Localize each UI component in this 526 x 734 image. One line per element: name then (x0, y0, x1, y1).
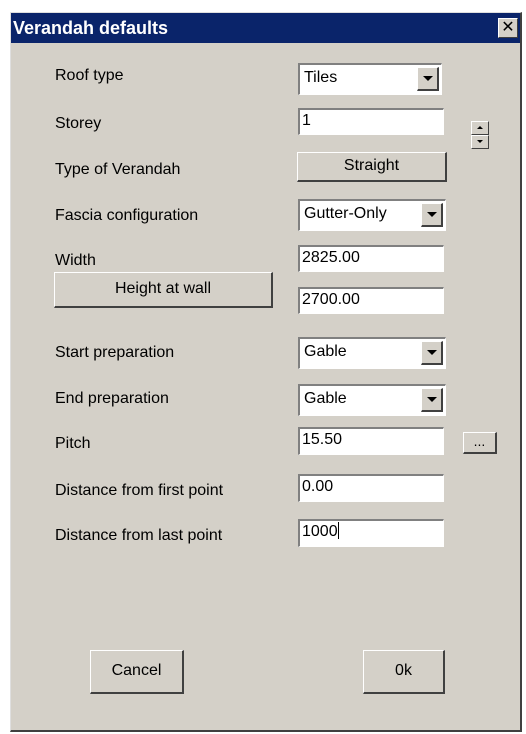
storey-label: Storey (55, 115, 102, 132)
height-at-wall-value: 2700.00 (302, 291, 360, 308)
close-button[interactable]: ✕ (498, 18, 518, 38)
storey-value: 1 (302, 112, 311, 129)
dist-last-input[interactable]: 1000 (298, 519, 444, 547)
width-input[interactable]: 2825.00 (298, 245, 444, 272)
height-at-wall-label: Height at wall (114, 280, 212, 297)
storey-spinner[interactable] (471, 121, 489, 149)
cancel-label: Cancel (111, 662, 162, 679)
dist-first-input[interactable]: 0.00 (298, 474, 444, 502)
width-label: Width (55, 252, 96, 269)
chevron-down-icon[interactable] (421, 203, 443, 227)
width-value: 2825.00 (302, 249, 360, 266)
start-prep-value: Gable (304, 343, 347, 360)
chevron-down-icon[interactable] (421, 341, 443, 365)
fascia-value: Gutter-Only (304, 205, 387, 222)
cancel-button[interactable]: Cancel (90, 650, 184, 694)
title-bar[interactable]: Verandah defaults ✕ (11, 13, 520, 43)
close-icon: ✕ (501, 19, 515, 36)
pitch-input[interactable]: 15.50 (298, 427, 444, 455)
start-prep-label: Start preparation (55, 344, 175, 361)
end-prep-value: Gable (304, 390, 347, 407)
storey-input[interactable]: 1 (298, 108, 444, 135)
end-prep-dropdown[interactable]: Gable (298, 384, 446, 416)
dist-last-label: Distance from last point (55, 527, 223, 544)
ok-label: 0k (395, 662, 412, 679)
chevron-down-icon[interactable] (417, 67, 439, 91)
height-at-wall-button[interactable]: Height at wall (54, 272, 273, 308)
spin-down-icon[interactable] (471, 135, 489, 149)
roof-type-dropdown[interactable]: Tiles (298, 63, 442, 95)
verandah-defaults-dialog: Verandah defaults ✕ Roof type Tiles Stor… (10, 12, 522, 732)
start-prep-dropdown[interactable]: Gable (298, 337, 446, 369)
height-at-wall-input[interactable]: 2700.00 (298, 287, 444, 314)
roof-type-value: Tiles (304, 69, 338, 86)
ok-button[interactable]: 0k (363, 650, 445, 694)
pitch-browse-button[interactable]: ... (463, 432, 497, 454)
verandah-type-label: Type of Verandah (55, 161, 181, 178)
spin-up-icon[interactable] (471, 121, 489, 135)
ellipsis-icon: ... (473, 433, 486, 449)
verandah-type-button[interactable]: Straight (297, 152, 447, 182)
end-prep-label: End preparation (55, 390, 169, 407)
dist-first-value: 0.00 (302, 478, 334, 495)
dialog-title: Verandah defaults (13, 18, 169, 38)
chevron-down-icon[interactable] (421, 388, 443, 412)
verandah-type-value: Straight (343, 157, 400, 174)
dist-last-value: 1000 (302, 523, 338, 540)
pitch-label: Pitch (55, 435, 91, 452)
pitch-value: 15.50 (302, 431, 343, 448)
roof-type-label: Roof type (55, 67, 124, 84)
text-caret (337, 522, 339, 539)
fascia-dropdown[interactable]: Gutter-Only (298, 199, 446, 231)
dist-first-label: Distance from first point (55, 482, 224, 499)
fascia-label: Fascia configuration (55, 207, 199, 224)
